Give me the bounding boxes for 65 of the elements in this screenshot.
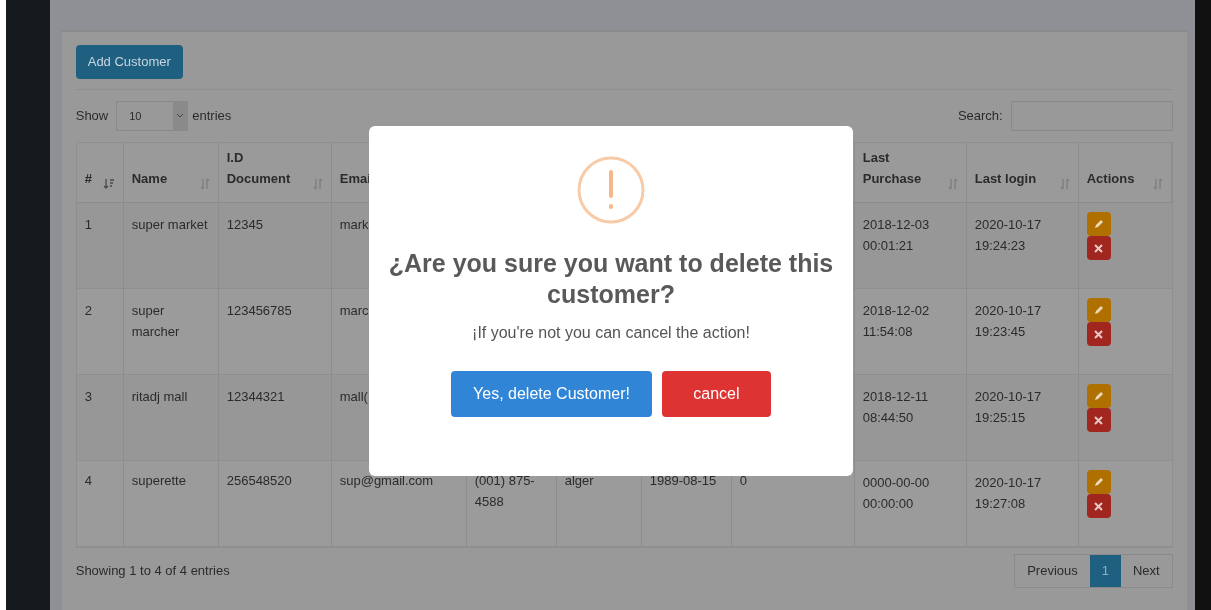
pencil-icon: [1093, 305, 1104, 315]
edit-button[interactable]: [1086, 470, 1111, 494]
pencil-icon: [1093, 477, 1104, 487]
dialog-title: ¿Are you sure you want to delete this customer?: [387, 248, 835, 311]
table-cell-text: 0000-00-00 00:00:00: [862, 474, 931, 513]
table-cell: 12345: [226, 217, 263, 232]
table-cell: 2: [84, 303, 92, 318]
table-cell: 3: [84, 389, 92, 404]
entries-select[interactable]: 10: [116, 101, 189, 131]
cancel-button[interactable]: cancel: [661, 370, 771, 417]
table-cell: (001) 875-4588: [474, 473, 535, 509]
delete-button[interactable]: [1086, 408, 1111, 432]
table-cell-text: 2020-10-17 19:27:08: [974, 474, 1043, 513]
edit-button[interactable]: [1086, 298, 1111, 322]
search-label: Search:: [957, 107, 1003, 126]
table-cell-text: 2018-12-02 11:54:08: [862, 302, 931, 341]
column-header[interactable]: Last login: [974, 169, 1050, 190]
warning-icon: [577, 156, 645, 224]
table-cell: mall(: [339, 389, 368, 404]
pagination-link[interactable]: Next: [1121, 555, 1172, 587]
close-icon: [1094, 329, 1104, 339]
dialog-text: ¡If you're not you can cancel the action!: [472, 322, 750, 343]
table-cell: 123456785: [226, 303, 292, 318]
table-cell: marc: [339, 303, 369, 318]
column-header[interactable]: Last Purchase: [862, 148, 938, 190]
delete-button[interactable]: [1086, 236, 1111, 260]
table-cell-text: 2020-10-17 19:24:23: [974, 216, 1043, 255]
table-cell: 12344321: [226, 389, 285, 404]
pagination-link[interactable]: Previous: [1015, 555, 1090, 587]
column-header[interactable]: #: [84, 169, 92, 190]
close-icon: [1094, 415, 1104, 425]
table-cell: 1989-08-15: [649, 473, 717, 488]
show-label: Show: [75, 107, 109, 126]
table-cell-text: 2018-12-03 00:01:21: [862, 216, 931, 255]
column-header[interactable]: I.D Document: [226, 148, 309, 190]
caret-icon: [173, 102, 188, 130]
column-header[interactable]: Actions: [1086, 169, 1149, 190]
table-info: Showing 1 to 4 of 4 entries: [75, 562, 230, 581]
table-cell-text: 2020-10-17 19:25:15: [974, 388, 1043, 427]
close-icon: [1094, 243, 1104, 253]
column-header[interactable]: Name: [131, 169, 168, 190]
edit-button[interactable]: [1086, 212, 1111, 236]
edit-button[interactable]: [1086, 384, 1111, 408]
close-icon: [1094, 501, 1104, 511]
table-cell: 0: [739, 473, 747, 488]
entries-label: entries: [192, 107, 232, 126]
table-cell: mark: [339, 217, 369, 232]
pagination-link[interactable]: 1: [1089, 555, 1121, 587]
pencil-icon: [1093, 391, 1104, 401]
pencil-icon: [1093, 219, 1104, 229]
table-cell-text: 2018-12-11 08:44:50: [862, 388, 930, 427]
table-cell: ritadj mall: [131, 389, 188, 404]
table-cell: 1: [84, 217, 92, 232]
table-cell: 256548520: [226, 473, 292, 488]
delete-button[interactable]: [1086, 494, 1111, 518]
delete-button[interactable]: [1086, 322, 1111, 346]
table-cell: alger: [564, 473, 594, 488]
table-cell: superette: [131, 473, 186, 488]
add-customer-button[interactable]: Add Customer: [75, 45, 183, 79]
table-cell: super market: [131, 217, 208, 232]
confirm-delete-button[interactable]: Yes, delete Customer!: [451, 370, 652, 417]
table-cell: 4: [84, 473, 92, 488]
table-cell: super marcher: [131, 303, 180, 339]
table-cell: sup@gmail.com: [339, 473, 434, 488]
table-cell-text: 2020-10-17 19:23:45: [974, 302, 1043, 341]
